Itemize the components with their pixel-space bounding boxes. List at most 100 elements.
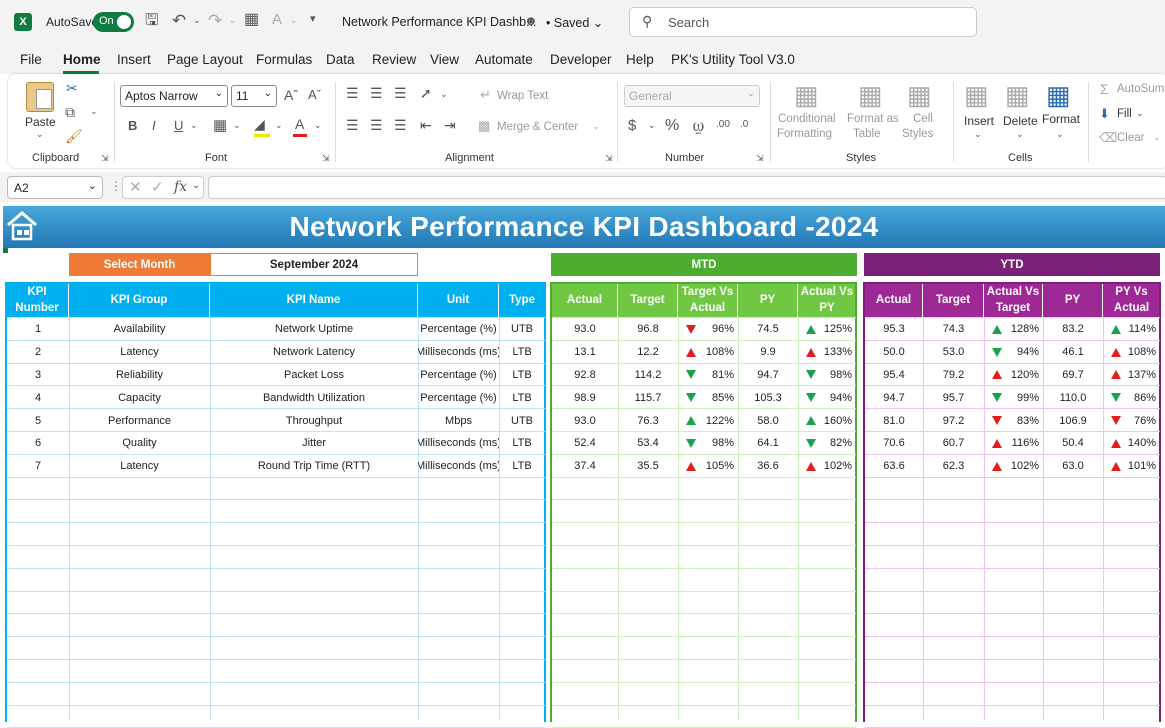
decrease-indent-icon[interactable]: ⇤ xyxy=(420,118,432,132)
comma-style-icon[interactable]: ⍹ xyxy=(693,116,704,134)
chevron-down-icon[interactable]: ⌄ xyxy=(275,121,283,130)
autosum-icon[interactable]: Σ xyxy=(1100,82,1109,96)
decrease-font-icon[interactable]: Aˇ xyxy=(308,88,321,101)
dialog-launcher-icon[interactable]: ⇲ xyxy=(322,154,330,163)
paste-icon[interactable] xyxy=(26,82,54,112)
fill-icon[interactable]: ⬇ xyxy=(1099,107,1110,120)
align-top-icon[interactable]: ☰ xyxy=(346,86,359,100)
align-left-icon[interactable]: ☰ xyxy=(346,118,359,132)
tab-data[interactable]: Data xyxy=(326,52,355,67)
insert-function-icon[interactable]: fx xyxy=(174,180,187,194)
percent-icon[interactable]: % xyxy=(665,118,679,134)
fill-color-icon[interactable]: ◢ xyxy=(254,117,265,131)
chevron-down-icon[interactable]: ⌄ xyxy=(233,121,241,130)
conditional-formatting-label-2[interactable]: Formatting xyxy=(777,128,832,140)
chevron-down-icon[interactable]: ⌄ xyxy=(90,107,98,116)
tab-pk-utility[interactable]: PK's Utility Tool V3.0 xyxy=(671,52,795,67)
delete-cells-icon[interactable]: ▦ xyxy=(1005,82,1030,108)
wrap-text-icon[interactable]: ↵ xyxy=(480,88,491,101)
tab-help[interactable]: Help xyxy=(626,52,654,67)
tab-file[interactable]: File xyxy=(20,52,42,67)
chevron-down-icon[interactable]: ⌄ xyxy=(1016,130,1024,139)
fill-button[interactable]: Fill xyxy=(1117,108,1132,120)
tab-developer[interactable]: Developer xyxy=(550,52,612,67)
chevron-down-icon[interactable]: ⌄ xyxy=(1136,109,1144,118)
format-as-table-icon[interactable]: ▦ xyxy=(858,82,883,108)
cell-styles-label-1[interactable]: Cell xyxy=(913,113,933,125)
redo-icon[interactable]: ↷ xyxy=(208,12,222,29)
dialog-launcher-icon[interactable]: ⇲ xyxy=(101,154,109,163)
select-month-dropdown[interactable]: September 2024 xyxy=(210,253,418,276)
format-cells-icon[interactable]: ▦ xyxy=(1046,82,1071,108)
bold-icon[interactable]: B xyxy=(128,119,137,132)
cell-styles-label-2[interactable]: Styles xyxy=(902,128,933,140)
increase-decimal-icon[interactable]: .00 xyxy=(716,120,730,130)
merge-center-button[interactable]: Merge & Center xyxy=(497,121,578,133)
autosave-toggle[interactable]: On xyxy=(93,12,134,32)
tab-review[interactable]: Review xyxy=(372,52,416,67)
share-people-icon[interactable]: ☻ xyxy=(524,14,538,27)
format-as-table-label-2[interactable]: Table xyxy=(853,128,881,140)
font-name-dropdown[interactable]: Aptos Narrow ⌄ xyxy=(120,85,228,107)
chevron-down-icon[interactable]: ⌄ xyxy=(440,90,448,99)
delete-button[interactable]: Delete xyxy=(1003,114,1038,128)
chevron-down-icon[interactable]: ⌄ xyxy=(314,121,322,130)
align-middle-icon[interactable]: ☰ xyxy=(370,86,383,100)
number-format-dropdown[interactable]: General ⌄ xyxy=(624,85,760,107)
tab-formulas[interactable]: Formulas xyxy=(256,52,312,67)
customize-toolbar-icon[interactable]: ▾ xyxy=(310,14,316,25)
chevron-down-icon[interactable]: ⌄ xyxy=(290,16,298,25)
tab-page-layout[interactable]: Page Layout xyxy=(167,52,243,67)
format-button[interactable]: Format xyxy=(1042,112,1080,126)
enter-icon[interactable]: ✓ xyxy=(151,180,164,195)
search-box[interactable]: ⚲ Search xyxy=(629,7,977,37)
orientation-icon[interactable]: ➚ xyxy=(420,86,432,100)
cell-styles-icon[interactable]: ▦ xyxy=(907,82,932,108)
italic-icon[interactable]: I xyxy=(152,119,156,132)
chevron-down-icon[interactable]: ⌄ xyxy=(192,181,200,191)
font-color-icon[interactable]: A xyxy=(295,117,304,131)
more-options-icon[interactable]: ⋮ xyxy=(110,180,122,192)
chevron-down-icon[interactable]: ⌄ xyxy=(1153,133,1161,142)
borders-icon[interactable]: ▦ xyxy=(244,12,259,28)
chevron-down-icon[interactable]: ⌄ xyxy=(1056,130,1064,139)
tab-home[interactable]: Home xyxy=(63,52,101,67)
chevron-down-icon[interactable]: ⌄ xyxy=(193,16,201,25)
align-bottom-icon[interactable]: ☰ xyxy=(394,86,407,100)
dialog-launcher-icon[interactable]: ⇲ xyxy=(605,154,613,163)
chevron-down-icon[interactable]: ⌄ xyxy=(190,121,198,130)
saved-status[interactable]: • Saved ⌄ xyxy=(546,15,603,30)
chevron-down-icon[interactable]: ⌄ xyxy=(36,130,44,139)
cancel-icon[interactable]: ✕ xyxy=(129,180,142,195)
decrease-decimal-icon[interactable]: .0 xyxy=(740,120,748,130)
insert-button[interactable]: Insert xyxy=(964,114,994,128)
increase-font-icon[interactable]: Aˆ xyxy=(284,88,298,102)
chevron-down-icon[interactable]: ⌄ xyxy=(974,130,982,139)
name-box[interactable]: A2 ⌄ xyxy=(7,176,103,199)
font-color-icon[interactable]: A xyxy=(272,12,282,27)
insert-cells-icon[interactable]: ▦ xyxy=(964,82,989,108)
wrap-text-button[interactable]: Wrap Text xyxy=(497,90,548,102)
currency-icon[interactable]: $ xyxy=(628,118,636,133)
save-icon[interactable]: 🖫 xyxy=(145,13,159,29)
underline-icon[interactable]: U xyxy=(174,119,183,132)
chevron-down-icon[interactable]: ⌄ xyxy=(229,16,237,25)
clear-button[interactable]: Clear xyxy=(1117,132,1144,144)
clear-icon[interactable]: ⌫ xyxy=(1099,131,1117,144)
formula-input[interactable] xyxy=(208,176,1165,199)
conditional-formatting-icon[interactable]: ▦ xyxy=(794,82,819,108)
tab-automate[interactable]: Automate xyxy=(475,52,533,67)
merge-center-icon[interactable]: ▩ xyxy=(478,119,490,132)
font-size-dropdown[interactable]: 11 ⌄ xyxy=(231,85,277,107)
undo-icon[interactable]: ↶ xyxy=(172,12,186,29)
autosum-button[interactable]: AutoSum xyxy=(1117,83,1164,95)
align-center-icon[interactable]: ☰ xyxy=(370,118,383,132)
format-painter-icon[interactable]: 🖌 xyxy=(65,129,83,143)
chevron-down-icon[interactable]: ⌄ xyxy=(592,122,600,131)
tab-insert[interactable]: Insert xyxy=(117,52,151,67)
increase-indent-icon[interactable]: ⇥ xyxy=(444,118,456,132)
dialog-launcher-icon[interactable]: ⇲ xyxy=(756,154,764,163)
tab-view[interactable]: View xyxy=(430,52,459,67)
chevron-down-icon[interactable]: ⌄ xyxy=(648,121,656,130)
borders-icon[interactable]: ▦ xyxy=(213,118,227,133)
